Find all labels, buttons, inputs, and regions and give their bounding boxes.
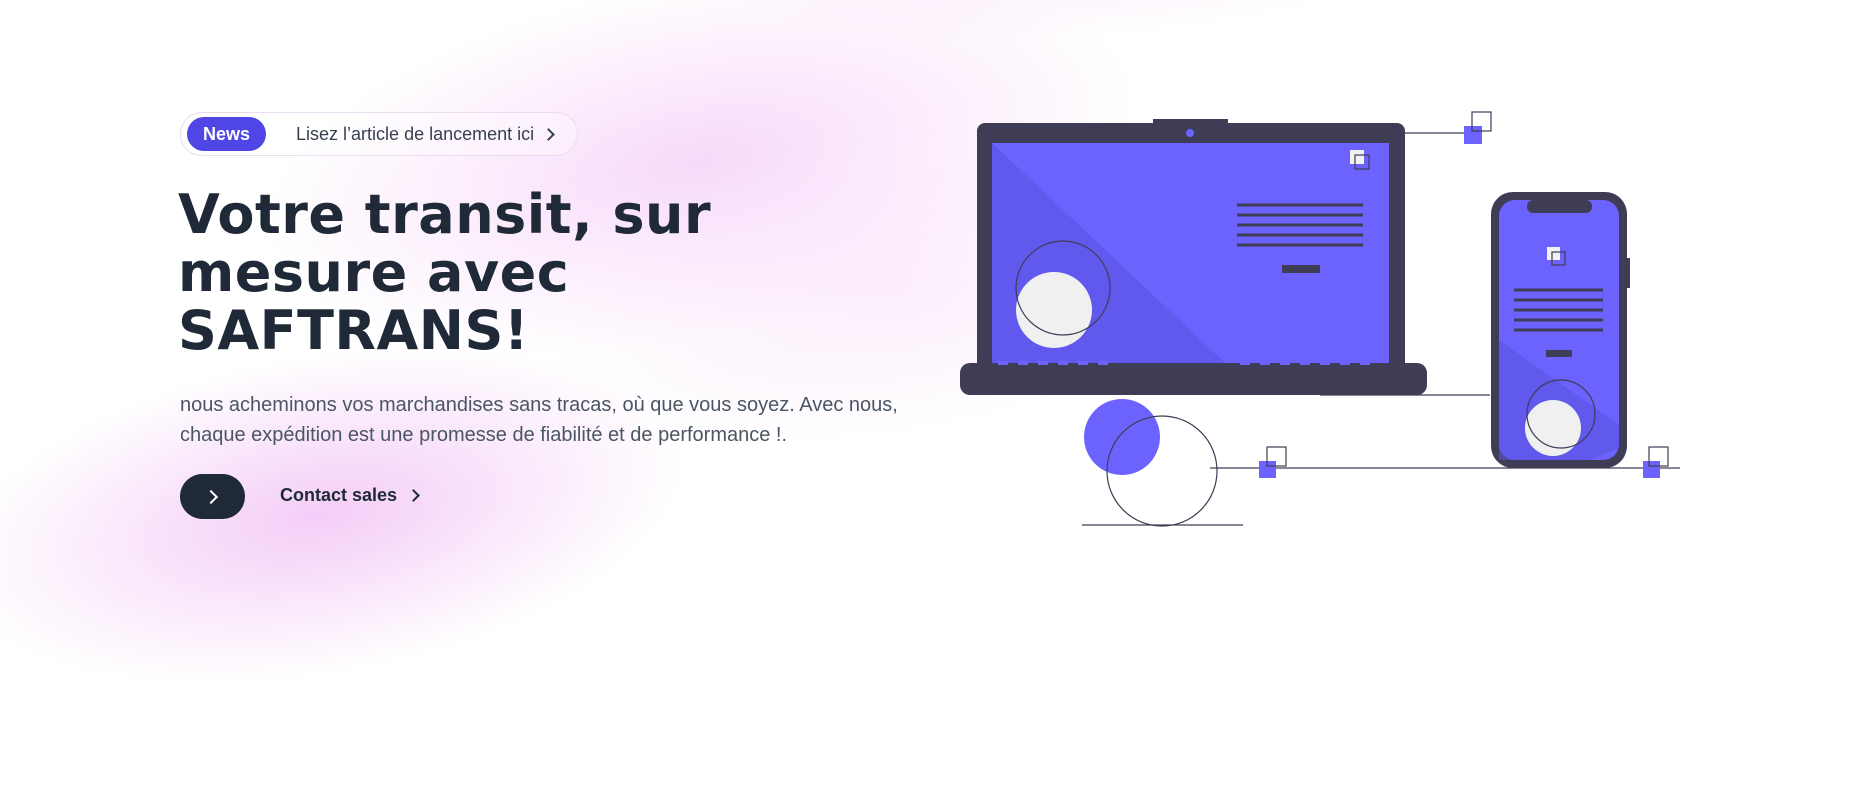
devices-illustration xyxy=(960,111,1680,527)
announcement-text: Lisez l’article de lancement ici xyxy=(296,123,535,144)
hero-page: News Lisez l’article de lancement ici Vo… xyxy=(0,0,1871,805)
contact-sales-label: Contact sales xyxy=(280,485,398,505)
accent-circle xyxy=(1084,399,1160,475)
chevron-right-icon xyxy=(407,489,420,502)
chevron-right-icon xyxy=(542,127,556,141)
chevron-right-icon xyxy=(203,489,218,504)
hero-title: Votre transit, sur mesure avec SAFTRANS! xyxy=(178,183,712,362)
hero-subtitle: nous acheminons vos marchandises sans tr… xyxy=(180,394,898,446)
announcement-link[interactable]: News Lisez l’article de lancement ici xyxy=(180,112,578,156)
primary-cta-button[interactable] xyxy=(180,474,245,519)
contact-sales-link[interactable]: Contact sales xyxy=(280,485,420,506)
laptop-base xyxy=(960,363,1427,395)
news-badge: News xyxy=(187,117,267,151)
